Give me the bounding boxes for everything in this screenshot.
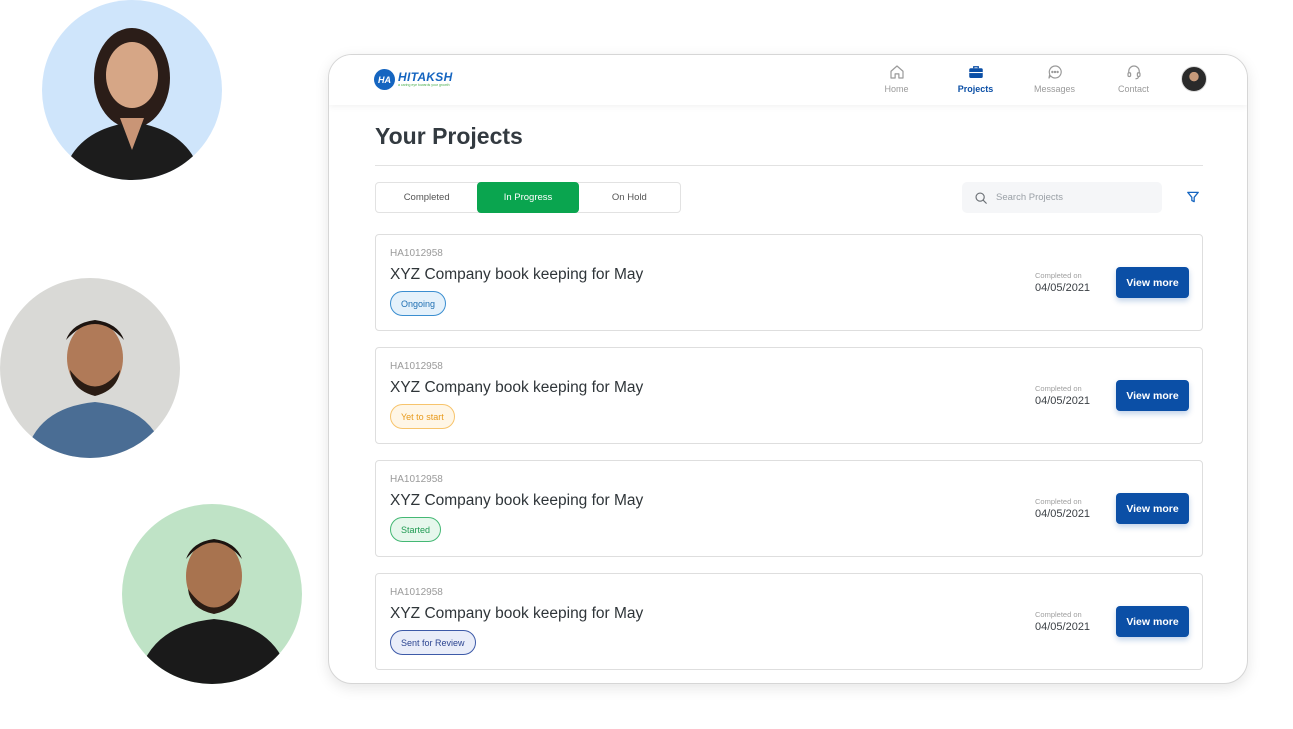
status-badge: Ongoing (390, 291, 447, 316)
project-title: XYZ Company book keeping for May (390, 379, 644, 396)
view-more-button[interactable]: View more (1116, 493, 1189, 524)
view-more-button[interactable]: View more (1116, 606, 1189, 637)
filter-icon[interactable] (1186, 190, 1200, 204)
project-id: HA1012958 (390, 361, 443, 372)
brand-logo[interactable]: HA HITAKSH a caring eye towards your gro… (374, 69, 453, 90)
view-more-button[interactable]: View more (1116, 267, 1189, 298)
tab-completed[interactable]: Completed (376, 183, 477, 212)
date-value: 04/05/2021 (1035, 508, 1091, 520)
search-box (962, 182, 1162, 213)
status-tabs: Completed In Progress On Hold (375, 182, 681, 213)
project-title: XYZ Company book keeping for May (390, 605, 644, 622)
date-label: Completed on (1035, 610, 1082, 619)
tab-in-progress[interactable]: In Progress (477, 182, 579, 213)
tab-on-hold[interactable]: On Hold (579, 183, 680, 212)
status-badge: Yet to start (390, 404, 455, 429)
status-badge: Sent for Review (390, 630, 476, 655)
logo-mark: HA (374, 69, 395, 90)
title-divider (375, 165, 1203, 166)
nav-label: Projects (957, 84, 994, 94)
user-avatar[interactable] (1181, 65, 1207, 92)
date-label: Completed on (1035, 497, 1082, 506)
date-label: Completed on (1035, 271, 1082, 280)
brand-tagline: a caring eye towards your growth (398, 83, 450, 88)
date-value: 04/05/2021 (1035, 395, 1091, 407)
brand-name: HITAKSH (398, 70, 453, 85)
page-title: Your Projects (375, 123, 523, 149)
app-window: HA HITAKSH a caring eye towards your gro… (328, 54, 1248, 684)
nav-item-home[interactable]: Home (857, 63, 936, 94)
top-navigation: HA HITAKSH a caring eye towards your gro… (329, 55, 1247, 105)
date-value: 04/05/2021 (1035, 282, 1091, 294)
nav-label: Messages (1033, 84, 1076, 94)
user-portrait-man-beard (0, 278, 180, 458)
view-more-button[interactable]: View more (1116, 380, 1189, 411)
nav-item-projects[interactable]: Projects (936, 63, 1015, 94)
date-label: Completed on (1035, 384, 1082, 393)
nav-item-messages[interactable]: Messages (1015, 63, 1094, 94)
project-id: HA1012958 (390, 248, 443, 259)
nav-label: Contact (1117, 84, 1150, 94)
user-portrait-woman (42, 0, 222, 180)
headset-icon (1126, 65, 1141, 80)
nav-menu: Home Projects Messages Contact (857, 63, 1207, 94)
nav-label: Home (884, 84, 909, 94)
project-id: HA1012958 (390, 587, 443, 598)
project-title: XYZ Company book keeping for May (390, 492, 644, 509)
project-card: HA1012958 XYZ Company book keeping for M… (375, 573, 1203, 670)
project-title: XYZ Company book keeping for May (390, 266, 644, 283)
nav-item-contact[interactable]: Contact (1094, 63, 1173, 94)
project-card: HA1012958 XYZ Company book keeping for M… (375, 460, 1203, 557)
project-card: HA1012958 XYZ Company book keeping for M… (375, 347, 1203, 444)
search-input[interactable] (996, 192, 1146, 203)
status-badge: Started (390, 517, 442, 542)
project-id: HA1012958 (390, 474, 443, 485)
search-icon (975, 191, 987, 204)
date-value: 04/05/2021 (1035, 621, 1091, 633)
briefcase-icon (968, 66, 983, 78)
home-icon (889, 65, 904, 79)
chat-bubble-icon (1047, 65, 1062, 79)
user-portrait-man-smiling (122, 504, 302, 684)
stage: HA HITAKSH a caring eye towards your gro… (0, 0, 1293, 729)
project-card: HA1012958 XYZ Company book keeping for M… (375, 234, 1203, 331)
